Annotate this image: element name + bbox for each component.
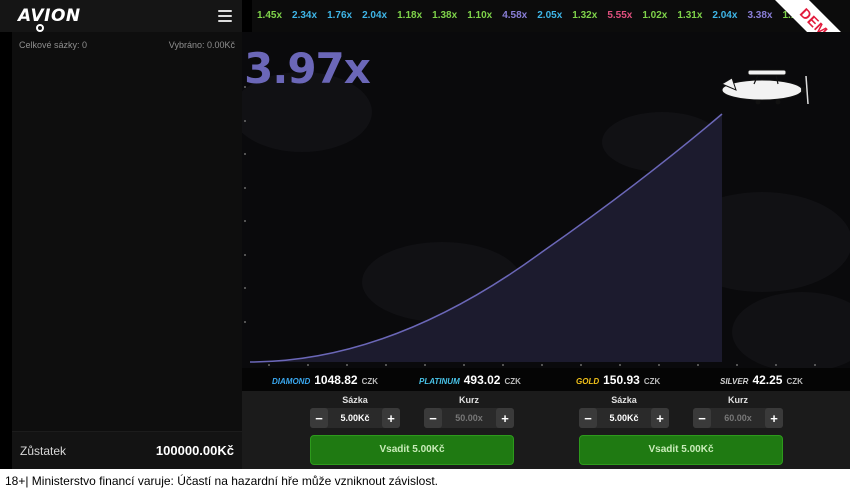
history-item: 1.32x <box>572 10 598 21</box>
stake-field: Sázka − 5.00Kč + <box>310 395 400 428</box>
logo-text: AVION <box>18 5 81 26</box>
balance-value: 100000.00Kč <box>155 443 234 458</box>
history-item: 1.45x <box>257 10 283 21</box>
bet-panel-2: Sázka − 5.00Kč + Kurz − 60.00x + Vsadit … <box>511 391 783 469</box>
stake-value[interactable]: 5.00Kč <box>609 413 638 423</box>
left-panel: Celkové sázky: 0 Vybráno: 0.00Kč Zůstate… <box>12 32 242 469</box>
jackpot-diamond: DIAMOND 1048.82 CZK <box>272 373 378 387</box>
history-item: 4.58x <box>502 10 528 21</box>
avion-logo: AVION <box>18 5 81 32</box>
withdrawn-label: Vybráno: 0.00Kč <box>168 40 235 50</box>
jackpot-name: PLATINUM <box>419 376 460 386</box>
jackpot-platinum: PLATINUM 493.02 CZK <box>419 373 521 387</box>
jackpot-currency: CZK <box>786 376 803 386</box>
app-header: AVION <box>0 0 242 32</box>
jackpot-name: SILVER <box>720 376 749 386</box>
stake-field: Sázka − 5.00Kč + <box>579 395 669 428</box>
current-multiplier: 3.97x <box>244 44 371 93</box>
jackpot-name: GOLD <box>576 376 600 386</box>
bet-stats: Celkové sázky: 0 Vybráno: 0.00Kč <box>12 32 242 58</box>
odds-value[interactable]: 50.00x <box>455 413 483 423</box>
stake-label: Sázka <box>342 395 368 405</box>
odds-value[interactable]: 60.00x <box>724 413 752 423</box>
odds-increase-button[interactable]: + <box>765 408 783 428</box>
stake-increase-button[interactable]: + <box>651 408 669 428</box>
odds-label: Kurz <box>728 395 748 405</box>
place-bet-button[interactable]: Vsadit 5.00Kč <box>579 435 783 465</box>
jackpot-value: 150.93 <box>603 372 640 387</box>
jackpot-value: 1048.82 <box>314 372 358 387</box>
stake-value[interactable]: 5.00Kč <box>340 413 369 423</box>
odds-stepper: − 50.00x + <box>424 408 514 428</box>
history-item: 1.10x <box>467 10 493 21</box>
balance-label: Zůstatek <box>20 443 67 458</box>
bet-panels: Sázka − 5.00Kč + Kurz − 50.00x + Vsadit … <box>242 391 850 469</box>
app-root: AVION 1.45x 2.34x 1.76x 2.04x 1.18x 1.38… <box>0 0 850 493</box>
jackpot-bar: DIAMOND 1048.82 CZK PLATINUM 493.02 CZK … <box>242 368 850 391</box>
odds-decrease-button[interactable]: − <box>693 408 711 428</box>
jackpot-currency: CZK <box>361 376 379 386</box>
logo-mark-icon <box>36 23 44 32</box>
jackpot-silver: SILVER 42.25 CZK <box>720 373 803 387</box>
history-item: 2.04x <box>712 10 738 21</box>
history-item: 2.04x <box>362 10 388 21</box>
stake-decrease-button[interactable]: − <box>310 408 328 428</box>
history-item: 2.05x <box>537 10 563 21</box>
history-item: 1.38x <box>432 10 458 21</box>
history-item: 1.18x <box>397 10 423 21</box>
odds-decrease-button[interactable]: − <box>424 408 442 428</box>
jackpot-name: DIAMOND <box>272 376 311 386</box>
odds-label: Kurz <box>459 395 479 405</box>
odds-field: Kurz − 50.00x + <box>424 395 514 428</box>
jackpot-currency: CZK <box>504 376 521 386</box>
total-bets-label: Celkové sázky: 0 <box>19 40 88 50</box>
history-item: 2.34x <box>292 10 318 21</box>
place-bet-button[interactable]: Vsadit 5.00Kč <box>310 435 514 465</box>
odds-stepper: − 60.00x + <box>693 408 783 428</box>
odds-field: Kurz − 60.00x + <box>693 395 783 428</box>
history-item: 3.38x <box>747 10 773 21</box>
jackpot-value: 493.02 <box>463 372 501 387</box>
balance-bar: Zůstatek 100000.00Kč <box>12 431 242 469</box>
history-item: 1.31x <box>677 10 703 21</box>
stake-stepper: − 5.00Kč + <box>310 408 400 428</box>
stake-label: Sázka <box>611 395 637 405</box>
multiplier-history: 1.45x 2.34x 1.76x 2.04x 1.18x 1.38x 1.10… <box>252 0 850 32</box>
history-item: 1.76x <box>327 10 353 21</box>
history-item: 5.55x <box>607 10 633 21</box>
hamburger-menu-icon[interactable] <box>218 10 232 22</box>
bet-panel-1: Sázka − 5.00Kč + Kurz − 50.00x + Vsadit … <box>242 391 514 469</box>
gambling-warning-footer: 18+| Ministerstvo financí varuje: Účastí… <box>0 469 850 493</box>
jackpot-currency: CZK <box>643 376 661 386</box>
stake-stepper: − 5.00Kč + <box>579 408 669 428</box>
history-item: 1.02x <box>642 10 668 21</box>
jackpot-gold: GOLD 150.93 CZK <box>576 373 660 387</box>
stake-decrease-button[interactable]: − <box>579 408 597 428</box>
jackpot-value: 42.25 <box>752 372 783 387</box>
stake-increase-button[interactable]: + <box>382 408 400 428</box>
